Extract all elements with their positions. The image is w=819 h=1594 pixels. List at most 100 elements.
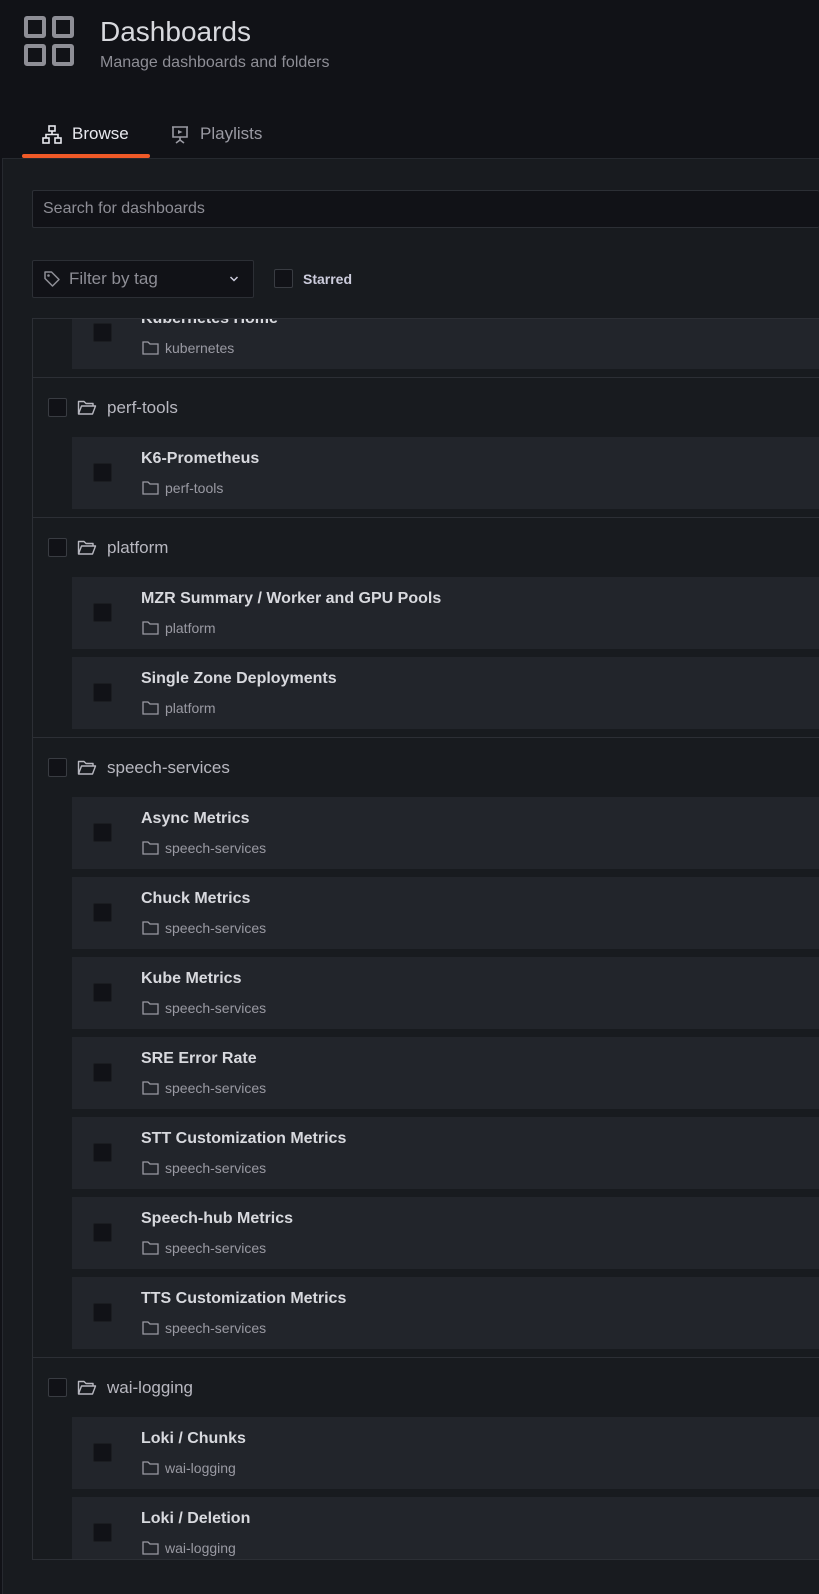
item-checkbox[interactable] (93, 1223, 112, 1242)
folder-icon (142, 621, 159, 635)
folder-row-wai-logging[interactable]: wai-logging (33, 1357, 819, 1417)
chevron-down-icon (229, 276, 239, 282)
item-folder: speech-services (165, 1320, 267, 1336)
folder-name: platform (107, 538, 169, 557)
tab-browse-label: Browse (72, 124, 129, 143)
sitemap-icon (42, 125, 62, 144)
item-title: MZR Summary / Worker and GPU Pools (141, 590, 442, 607)
item-folder: speech-services (165, 1240, 267, 1256)
item-folder: speech-services (165, 1080, 267, 1096)
list-item[interactable]: Speech-hub Metrics speech-services (72, 1197, 819, 1269)
list-item[interactable]: Kubernetes Home kubernetes (72, 318, 819, 369)
list-item[interactable]: Async Metrics speech-services (72, 797, 819, 869)
list-item[interactable]: K6-Prometheus perf-tools (72, 437, 819, 509)
page-title: Dashboards (100, 16, 251, 47)
item-folder: speech-services (165, 1160, 267, 1176)
item-title: Kubernetes Home (141, 318, 278, 327)
item-checkbox[interactable] (93, 1303, 112, 1322)
item-folder: platform (165, 700, 216, 716)
list-item[interactable]: Kube Metrics speech-services (72, 957, 819, 1029)
folder-icon (142, 341, 159, 355)
item-checkbox[interactable] (93, 1523, 112, 1542)
item-title: Single Zone Deployments (141, 670, 337, 687)
list-item[interactable]: SRE Error Rate speech-services (72, 1037, 819, 1109)
item-checkbox[interactable] (93, 463, 112, 482)
folder-checkbox[interactable] (48, 398, 67, 417)
item-title: SRE Error Rate (141, 1050, 257, 1067)
item-folder: wai-logging (165, 1540, 236, 1556)
folder-icon (142, 921, 159, 935)
folder-icon (142, 1081, 159, 1095)
folder-icon (142, 701, 159, 715)
item-title: TTS Customization Metrics (141, 1290, 347, 1307)
item-title: Loki / Chunks (141, 1430, 246, 1447)
search-input[interactable] (33, 191, 819, 227)
list-item[interactable]: TTS Customization Metrics speech-service… (72, 1277, 819, 1349)
item-title: K6-Prometheus (141, 450, 260, 467)
tag-icon (44, 271, 60, 287)
starred-checkbox[interactable] (274, 269, 293, 288)
tab-playlists[interactable]: Playlists (170, 124, 262, 158)
item-folder: speech-services (165, 1000, 267, 1016)
item-folder: speech-services (165, 840, 267, 856)
presentation-icon (172, 126, 188, 144)
item-folder: wai-logging (165, 1460, 236, 1476)
item-checkbox[interactable] (93, 1143, 112, 1162)
item-title: Async Metrics (141, 810, 250, 827)
starred-label: Starred (303, 271, 353, 287)
folder-row-perf-tools[interactable]: perf-tools (33, 377, 819, 437)
folder-open-icon (77, 1380, 97, 1395)
tab-browse[interactable]: Browse (22, 124, 150, 158)
folder-row-speech-services[interactable]: speech-services (33, 737, 819, 797)
folder-checkbox[interactable] (48, 1378, 67, 1397)
item-title: Kube Metrics (141, 970, 242, 987)
tag-filter-select[interactable]: Filter by tag (32, 260, 254, 298)
folder-name: wai-logging (107, 1378, 193, 1397)
folder-icon (142, 1321, 159, 1335)
list-item[interactable]: Chuck Metrics speech-services (72, 877, 819, 949)
item-title: Speech-hub Metrics (141, 1210, 294, 1227)
dashboard-list: Kubernetes Home kubernetes perf-tools K6… (32, 318, 819, 1560)
item-checkbox[interactable] (93, 323, 112, 342)
tag-filter-placeholder: Filter by tag (69, 269, 158, 288)
item-checkbox[interactable] (93, 1063, 112, 1082)
item-title: Chuck Metrics (141, 890, 251, 907)
folder-checkbox[interactable] (48, 538, 67, 557)
list-item[interactable]: Loki / Deletion wai-logging (72, 1497, 819, 1559)
list-item[interactable]: Single Zone Deployments platform (72, 657, 819, 729)
folder-icon (142, 1241, 159, 1255)
item-folder: kubernetes (165, 340, 235, 356)
folder-checkbox[interactable] (48, 758, 67, 777)
page-header: Dashboards Manage dashboards and folders… (0, 0, 819, 158)
list-item[interactable]: MZR Summary / Worker and GPU Pools platf… (72, 577, 819, 649)
dashboards-grid-icon (24, 16, 78, 70)
item-checkbox[interactable] (93, 1443, 112, 1462)
item-checkbox[interactable] (93, 603, 112, 622)
folder-name: perf-tools (107, 398, 178, 417)
folder-icon (142, 1001, 159, 1015)
item-checkbox[interactable] (93, 823, 112, 842)
folder-open-icon (77, 760, 97, 775)
item-folder: perf-tools (165, 480, 224, 496)
tab-playlists-label: Playlists (200, 124, 263, 143)
item-title: STT Customization Metrics (141, 1130, 347, 1147)
search-box[interactable] (32, 190, 819, 228)
folder-icon (142, 1461, 159, 1475)
folder-row-platform[interactable]: platform (33, 517, 819, 577)
item-title: Loki / Deletion (141, 1510, 251, 1527)
item-checkbox[interactable] (93, 983, 112, 1002)
list-item[interactable]: Loki / Chunks wai-logging (72, 1417, 819, 1489)
folder-icon (142, 841, 159, 855)
folder-open-icon (77, 400, 97, 415)
list-item[interactable]: STT Customization Metrics speech-service… (72, 1117, 819, 1189)
item-checkbox[interactable] (93, 683, 112, 702)
folder-name: speech-services (107, 758, 230, 777)
item-folder: speech-services (165, 920, 267, 936)
folder-icon (142, 1161, 159, 1175)
item-folder: platform (165, 620, 216, 636)
folder-icon (142, 481, 159, 495)
folder-icon (142, 1541, 159, 1555)
page-subtitle: Manage dashboards and folders (100, 54, 330, 71)
folder-open-icon (77, 540, 97, 555)
item-checkbox[interactable] (93, 903, 112, 922)
